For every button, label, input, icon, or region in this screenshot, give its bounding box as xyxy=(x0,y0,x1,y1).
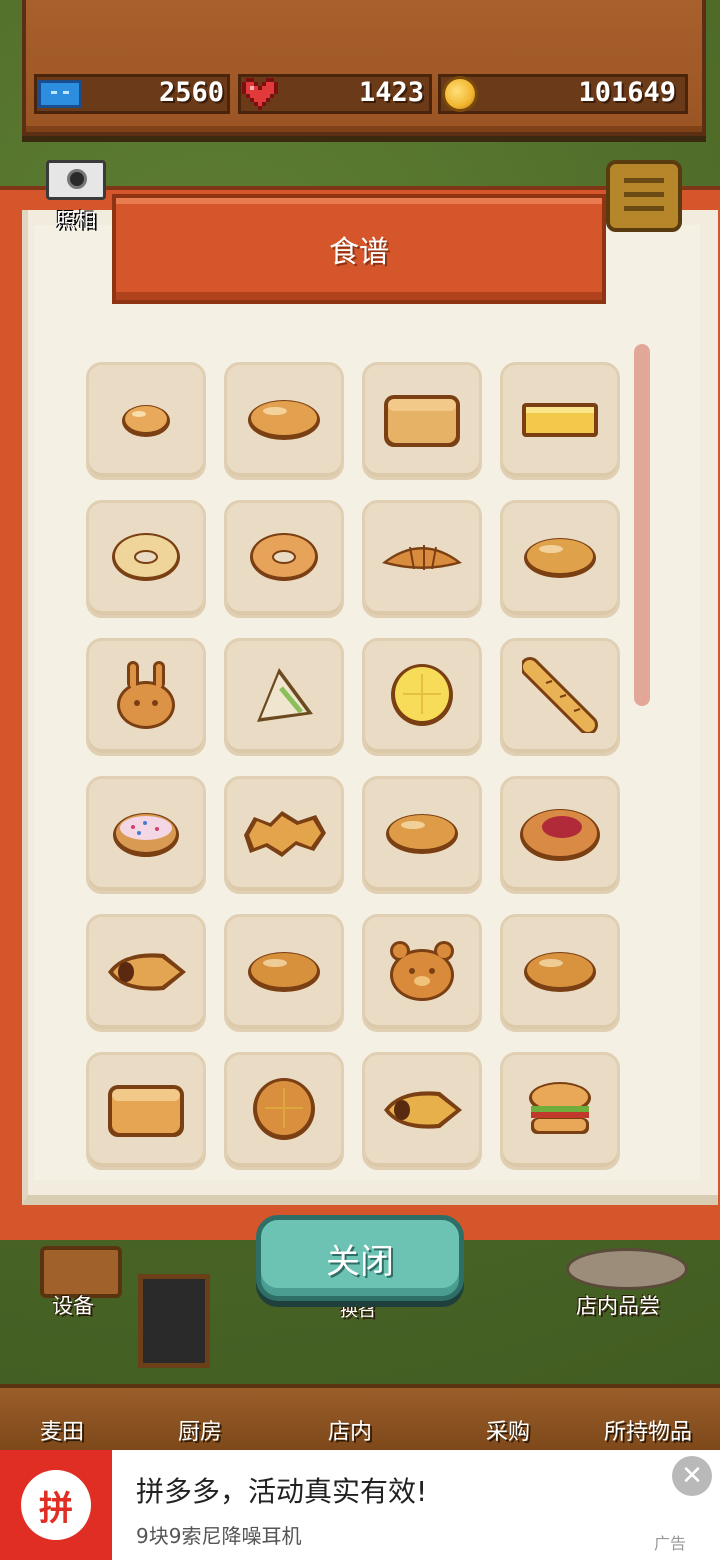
recipe-cell[interactable] xyxy=(86,638,206,756)
bread-bun-icon xyxy=(383,808,461,862)
equipment-label: 设备 xyxy=(52,1294,94,1318)
recipe-cell[interactable] xyxy=(362,362,482,480)
fruit-toast-icon xyxy=(106,1079,186,1143)
recipe-cell[interactable] xyxy=(86,500,206,618)
recipe-cell[interactable] xyxy=(224,362,344,480)
cornflake-bread-icon xyxy=(240,805,328,865)
camera-icon xyxy=(46,160,106,200)
game-screen: 2560 1423 101649 食谱 照相 设备 换召 店内品尝 关闭 麦田 … xyxy=(0,0,720,1560)
melon-pastry-icon xyxy=(521,532,599,586)
recipe-scrollbar[interactable] xyxy=(634,344,650,706)
recipe-cell[interactable] xyxy=(224,914,344,1032)
recipe-cell[interactable] xyxy=(224,638,344,756)
heart-count: 1423 xyxy=(358,77,424,108)
ticket-icon xyxy=(38,80,82,108)
resource-bar: 2560 1423 101649 xyxy=(34,74,688,114)
tasting-label: 店内品尝 xyxy=(576,1294,660,1318)
recipe-cell[interactable] xyxy=(224,500,344,618)
recipe-cell[interactable] xyxy=(224,1052,344,1170)
baguette-icon xyxy=(520,657,598,737)
photo-label: 照相 xyxy=(56,208,96,232)
nav-inventory[interactable]: 所持物品 xyxy=(604,1414,692,1446)
menu-button[interactable] xyxy=(606,160,682,232)
nav-purchase[interactable]: 采购 xyxy=(486,1414,530,1446)
recipe-cell[interactable] xyxy=(362,914,482,1032)
sprinkle-donut-icon xyxy=(111,807,181,863)
recipe-cell[interactable] xyxy=(500,362,620,480)
chocolate-cornet-icon xyxy=(104,946,188,1000)
recipe-cell[interactable] xyxy=(86,776,206,894)
small-roll-icon xyxy=(119,399,173,443)
photo-button[interactable]: 照相 xyxy=(42,158,110,232)
tasting-plate[interactable] xyxy=(566,1248,688,1290)
recipe-cell[interactable] xyxy=(500,638,620,756)
melon-bun-icon xyxy=(389,662,455,732)
recipe-cell[interactable] xyxy=(362,500,482,618)
coin-icon xyxy=(442,76,478,112)
ad-subtitle: 9块9索尼降噪耳机 xyxy=(136,1524,302,1548)
ad-tag: 广告 xyxy=(654,1534,687,1553)
pinduoduo-logo-icon: 拼 xyxy=(0,1450,112,1560)
ad-title: 拼多多，活动真实有效! xyxy=(136,1475,428,1508)
sponge-cake-icon xyxy=(520,399,600,443)
menu-blackboard[interactable] xyxy=(138,1274,210,1368)
ad-banner[interactable]: 拼 拼多多，活动真实有效! 9块9索尼降噪耳机 xyxy=(0,1450,720,1560)
nav-kitchen[interactable]: 厨房 xyxy=(178,1414,222,1446)
recipe-cell[interactable] xyxy=(86,914,206,1032)
recipe-cell[interactable] xyxy=(362,776,482,894)
bagel-plain-icon xyxy=(110,531,182,587)
coin-count: 101649 xyxy=(578,77,676,108)
croissant-icon xyxy=(380,535,464,583)
nav-wheat-field[interactable]: 麦田 xyxy=(40,1414,84,1446)
burger-icon xyxy=(527,1080,593,1142)
menu-icon xyxy=(624,178,664,183)
cinnamon-roll-icon xyxy=(251,1076,317,1146)
bear-bread-icon xyxy=(388,939,456,1007)
resource-board xyxy=(22,0,706,136)
bagel-icon xyxy=(248,531,320,587)
recipe-ribbon: 食谱 xyxy=(112,194,606,304)
recipe-cell[interactable] xyxy=(224,776,344,894)
ad-logo-mark: 拼 xyxy=(21,1470,91,1540)
nav-shop-inside[interactable]: 店内 xyxy=(328,1414,372,1446)
recipe-cell[interactable] xyxy=(362,638,482,756)
recipe-cell[interactable] xyxy=(500,500,620,618)
recipe-cell[interactable] xyxy=(86,362,206,480)
close-button[interactable]: 关闭 xyxy=(256,1215,464,1301)
loaf-bread-icon xyxy=(382,389,462,453)
butter-roll-icon xyxy=(245,394,323,448)
recipe-cell[interactable] xyxy=(362,1052,482,1170)
recipe-cell[interactable] xyxy=(500,1052,620,1170)
recipe-title: 食谱 xyxy=(329,235,389,270)
cream-bun-icon xyxy=(380,1084,464,1138)
recipe-cell[interactable] xyxy=(500,776,620,894)
jam-danish-icon xyxy=(518,803,602,867)
herb-bread-icon xyxy=(245,946,323,1000)
recipe-cell[interactable] xyxy=(500,914,620,1032)
sandwich-icon xyxy=(251,664,317,730)
bunny-bread-icon xyxy=(115,659,177,735)
ticket-count: 2560 xyxy=(158,77,224,108)
ad-close-icon[interactable]: ✕ xyxy=(672,1456,712,1496)
recipe-cell[interactable] xyxy=(86,1052,206,1170)
heart-icon xyxy=(242,78,278,110)
chocolate-bread-icon xyxy=(521,946,599,1000)
close-label: 关闭 xyxy=(326,1241,394,1282)
